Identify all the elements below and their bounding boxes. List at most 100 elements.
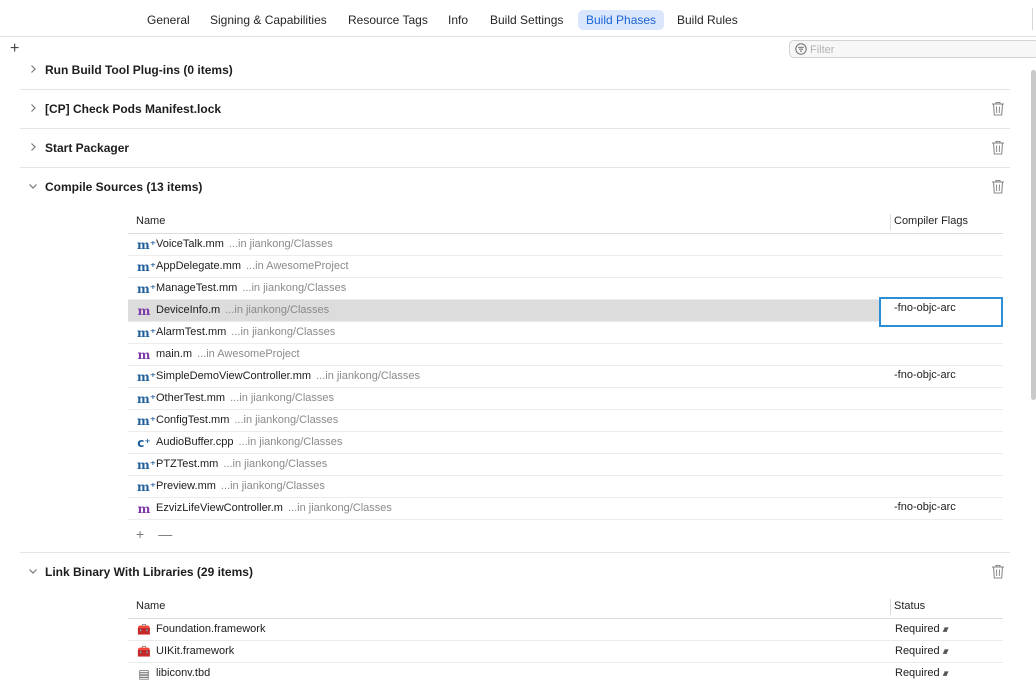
file-name: AudioBuffer.cpp ...in jiankong/Classes xyxy=(156,436,342,448)
tab-build-settings[interactable]: Build Settings xyxy=(482,10,571,30)
compile-sources-add-remove: + — xyxy=(136,526,186,542)
trash-icon[interactable] xyxy=(991,140,1005,155)
objc-plus-plus-icon: m⁺ xyxy=(137,326,157,340)
file-name-text: main.m xyxy=(156,348,193,360)
phase-header[interactable]: Run Build Tool Plug-ins (0 items) xyxy=(20,51,1010,89)
table-row[interactable]: m⁺ SimpleDemoViewController.mm ...in jiank… xyxy=(128,366,1003,388)
chevron-right-icon[interactable] xyxy=(28,142,38,152)
objc-icon: m xyxy=(137,304,151,318)
table-row[interactable]: m⁺ AppDelegate.mm ...in AwesomeProject xyxy=(128,256,1003,278)
file-location: ...in jiankong/Classes xyxy=(242,282,347,294)
file-name: Preview.mm ...in jiankong/Classes xyxy=(156,480,325,492)
file-name: AlarmTest.mm ...in jiankong/Classes xyxy=(156,326,335,338)
tab-general[interactable]: General xyxy=(139,10,198,30)
vertical-scrollbar[interactable] xyxy=(1031,70,1036,400)
file-location: ...in jiankong/Classes xyxy=(287,502,392,514)
objc-plus-plus-icon: m⁺ xyxy=(137,238,157,252)
table-row[interactable]: 🧰 UIKit.framework Required ▴▾ xyxy=(128,641,1003,663)
library-name: libiconv.tbd xyxy=(156,667,211,679)
file-name-text: AlarmTest.mm xyxy=(156,326,227,338)
phase-header[interactable]: Start Packager xyxy=(20,129,1010,167)
file-location: ...in jiankong/Classes xyxy=(316,370,421,382)
status-value: Required xyxy=(895,623,940,635)
framework-icon: 🧰 xyxy=(137,624,151,636)
trash-icon[interactable] xyxy=(991,179,1005,194)
table-row[interactable]: m EzvizLifeViewController.m ...in jiankong… xyxy=(128,498,1003,520)
objc-plus-plus-icon: m⁺ xyxy=(137,282,157,296)
file-name-text: ManageTest.mm xyxy=(156,282,238,294)
column-divider xyxy=(890,214,891,230)
chevron-right-icon[interactable] xyxy=(28,103,38,113)
objc-plus-plus-icon: m⁺ xyxy=(137,260,157,274)
phase-header[interactable]: Compile Sources (13 items) xyxy=(20,168,1010,206)
table-row[interactable]: m DeviceInfo.m ...in jiankong/Classes -fno-… xyxy=(128,297,1003,327)
table-row[interactable]: 🧰 Foundation.framework Required ▴▾ xyxy=(128,619,1003,641)
table-row[interactable]: m⁺ ConfigTest.mm ...in jiankong/Classes xyxy=(128,410,1003,432)
tab-build-phases[interactable]: Build Phases xyxy=(578,10,665,30)
file-name: OtherTest.mm ...in jiankong/Classes xyxy=(156,392,334,404)
up-down-chevron-icon: ▴▾ xyxy=(942,668,949,678)
framework-icon: 🧰 xyxy=(137,646,151,658)
file-location: ...in AwesomeProject xyxy=(246,260,349,272)
library-name: UIKit.framework xyxy=(156,645,235,657)
chevron-right-icon[interactable] xyxy=(28,64,38,74)
chevron-down-icon[interactable] xyxy=(28,181,38,191)
file-location: ...in jiankong/Classes xyxy=(230,392,335,404)
status-value: Required xyxy=(895,645,940,657)
library-name: Foundation.framework xyxy=(156,623,266,635)
objc-icon: m xyxy=(137,348,151,362)
up-down-chevron-icon: ▴▾ xyxy=(942,624,949,634)
tab-signing-capabilities[interactable]: Signing & Capabilities xyxy=(202,10,335,30)
table-row[interactable]: m⁺ OtherTest.mm ...in jiankong/Classes xyxy=(128,388,1003,410)
table-row[interactable]: m⁺ AlarmTest.mm ...in jiankong/Classes xyxy=(128,322,1003,344)
tab-info[interactable]: Info xyxy=(440,10,476,30)
compiler-flags-value[interactable]: -fno-objc-arc xyxy=(894,369,956,381)
column-header-name[interactable]: Name xyxy=(136,600,165,612)
add-file-button[interactable]: + xyxy=(136,526,144,542)
file-name: AppDelegate.mm ...in AwesomeProject xyxy=(156,260,349,272)
up-down-chevron-icon: ▴▾ xyxy=(942,646,949,656)
file-name-text: ConfigTest.mm xyxy=(156,414,230,426)
remove-file-button[interactable]: — xyxy=(158,526,172,542)
file-location: ...in jiankong/Classes xyxy=(220,480,325,492)
tab-resource-tags[interactable]: Resource Tags xyxy=(340,10,436,30)
file-location: ...in AwesomeProject xyxy=(197,348,300,360)
table-row[interactable]: m main.m ...in AwesomeProject xyxy=(128,344,1003,366)
table-row[interactable]: m⁺ Preview.mm ...in jiankong/Classes xyxy=(128,476,1003,498)
column-header-name[interactable]: Name xyxy=(136,215,165,227)
file-name: ManageTest.mm ...in jiankong/Classes xyxy=(156,282,346,294)
compiler-flags-value[interactable]: -fno-objc-arc xyxy=(894,501,956,513)
cpp-icon: c⁺ xyxy=(137,436,151,450)
phase-header[interactable]: Link Binary With Libraries (29 items) xyxy=(20,553,1010,591)
file-name-text: AppDelegate.mm xyxy=(156,260,241,272)
column-header-compiler-flags[interactable]: Compiler Flags xyxy=(894,215,968,227)
file-name: EzvizLifeViewController.m ...in jiankong/… xyxy=(156,502,392,514)
table-row[interactable]: ▤ libiconv.tbd Required ▴▾ xyxy=(128,663,1003,680)
phase-title: Compile Sources (13 items) xyxy=(45,180,203,194)
table-row[interactable]: m⁺ VoiceTalk.mm ...in jiankong/Classes xyxy=(128,234,1003,256)
table-row[interactable]: c⁺ AudioBuffer.cpp ...in jiankong/Classes xyxy=(128,432,1003,454)
trash-icon[interactable] xyxy=(991,564,1005,579)
table-row[interactable]: m⁺ ManageTest.mm ...in jiankong/Classes xyxy=(128,278,1003,300)
phase-title: Link Binary With Libraries (29 items) xyxy=(45,565,253,579)
tbd-file-icon: ▤ xyxy=(138,667,150,680)
phase-title: Start Packager xyxy=(45,141,130,155)
tab-bar-divider xyxy=(1032,8,1033,30)
table-row[interactable]: m⁺ PTZTest.mm ...in jiankong/Classes xyxy=(128,454,1003,476)
status-popup[interactable]: Required ▴▾ xyxy=(895,645,949,657)
objc-icon: m xyxy=(137,502,151,516)
tab-build-rules[interactable]: Build Rules xyxy=(669,10,746,30)
file-name-text: OtherTest.mm xyxy=(156,392,226,404)
phase-header[interactable]: [CP] Check Pods Manifest.lock xyxy=(20,90,1010,128)
status-value: Required xyxy=(895,667,940,679)
column-divider xyxy=(890,599,891,615)
status-popup[interactable]: Required ▴▾ xyxy=(895,667,949,679)
column-header-status[interactable]: Status xyxy=(894,600,925,612)
trash-icon[interactable] xyxy=(991,101,1005,116)
add-build-phase-button[interactable]: + xyxy=(10,41,19,57)
file-name-text: DeviceInfo.m xyxy=(156,304,221,316)
compiler-flags-value[interactable]: -fno-objc-arc xyxy=(894,302,956,314)
chevron-down-icon[interactable] xyxy=(28,566,38,576)
status-popup[interactable]: Required ▴▾ xyxy=(895,623,949,635)
file-name: DeviceInfo.m ...in jiankong/Classes xyxy=(156,304,329,316)
